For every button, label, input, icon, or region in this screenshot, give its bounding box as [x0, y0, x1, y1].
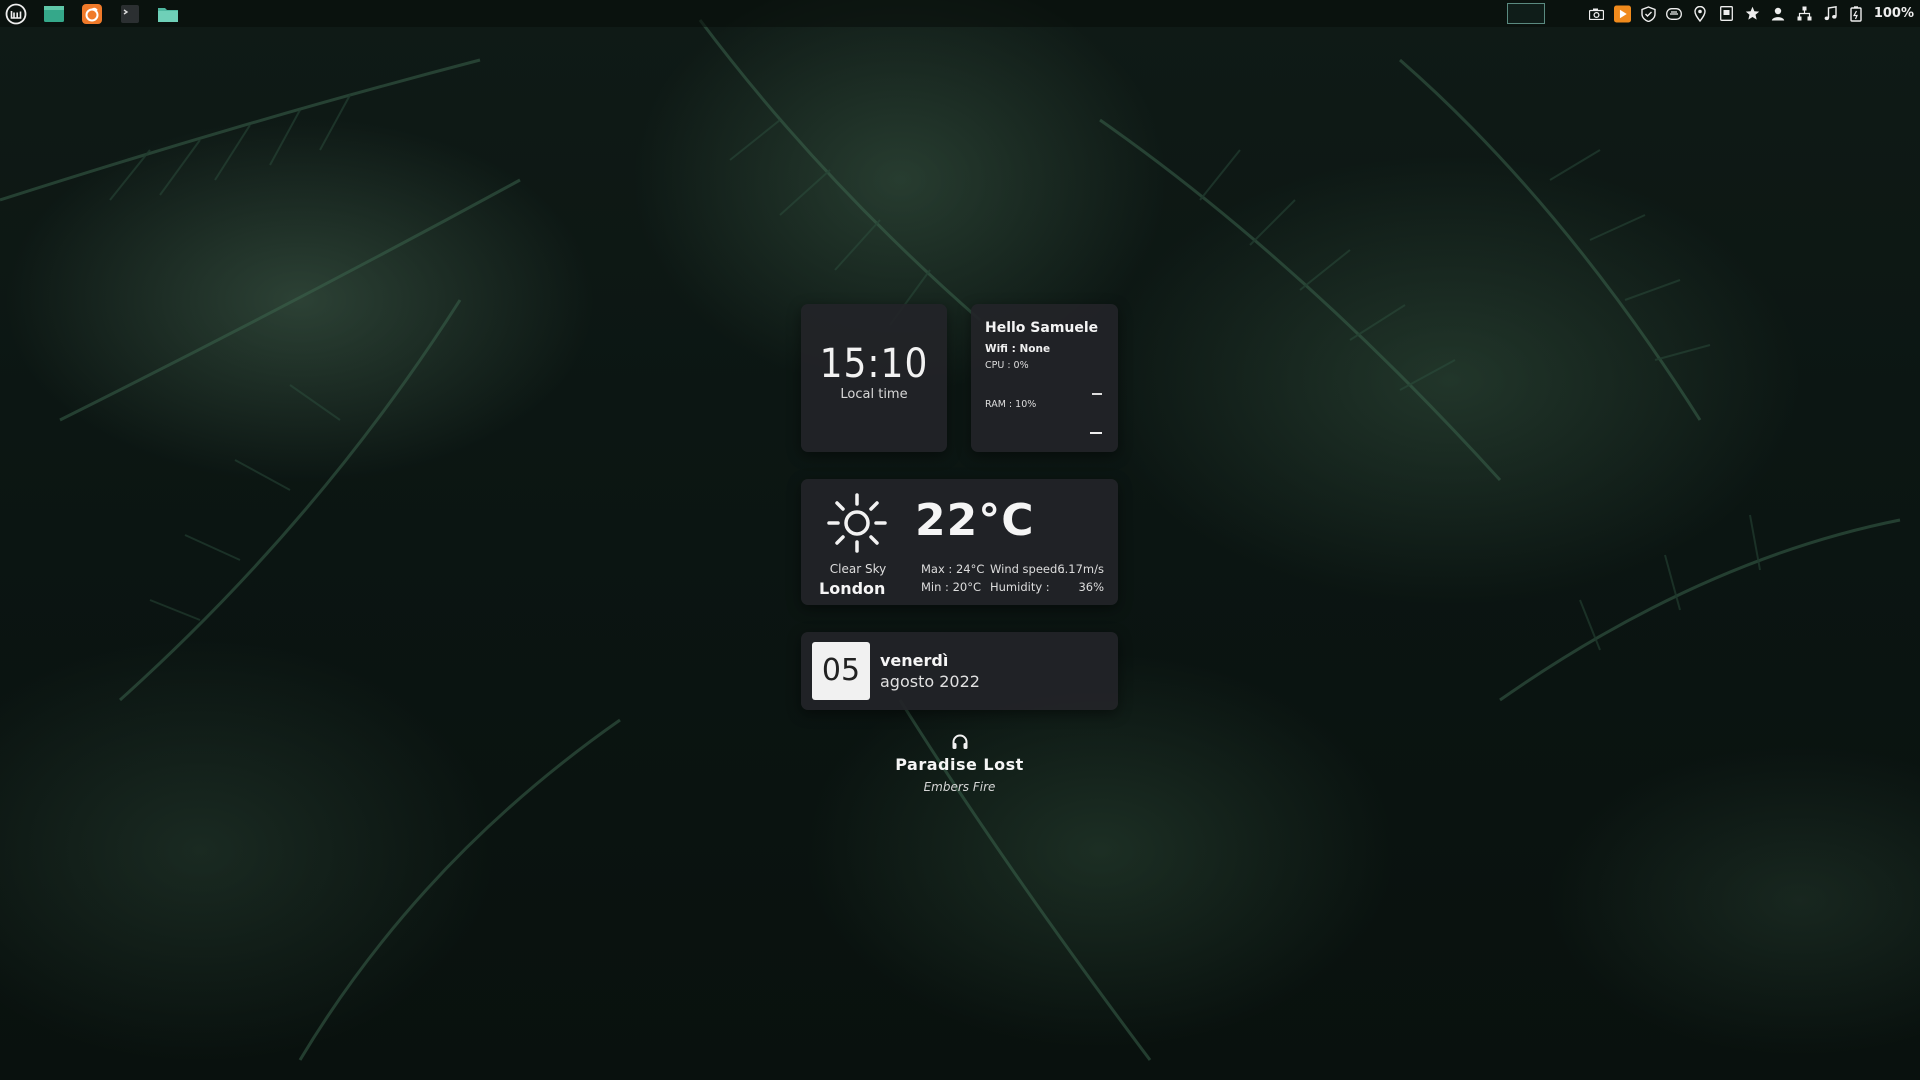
wifi-card-icon[interactable] [1666, 5, 1683, 22]
temperature: 22°C [915, 495, 1035, 546]
humidity-value: 36% [1078, 580, 1104, 594]
weather-city: London [819, 579, 886, 598]
user-icon[interactable] [1770, 5, 1787, 22]
battery-percentage: 100% [1873, 6, 1914, 21]
weekday: venerdì [880, 651, 949, 670]
terminal-icon[interactable] [118, 2, 142, 26]
date-widget: 05 venerdì agosto 2022 [801, 632, 1118, 710]
music-widget: Paradise Lost Embers Fire [801, 733, 1118, 794]
temp-max: Max : 24°C [921, 562, 985, 576]
cpu-usage: CPU : 0% [985, 360, 1029, 371]
firefox-icon[interactable] [80, 2, 104, 26]
folder-icon[interactable] [156, 2, 180, 26]
ram-usage-bar [1090, 432, 1102, 434]
cpu-usage-bar [1092, 393, 1102, 395]
workspace-switcher[interactable] [1507, 3, 1545, 24]
day-number: 05 [812, 642, 870, 700]
clipboard-icon[interactable] [1718, 5, 1735, 22]
system-tray: 100% [1588, 0, 1914, 27]
ram-usage: RAM : 10% [985, 399, 1037, 410]
network-icon[interactable] [1796, 5, 1813, 22]
clock-widget: 15:10 Local time [801, 304, 947, 452]
system-info-widget: Hello Samuele Wifi : None CPU : 0% RAM :… [971, 304, 1118, 452]
music-icon[interactable] [1822, 5, 1839, 22]
wind-speed-value: 6.17m/s [1057, 562, 1104, 576]
headphones-icon [952, 734, 967, 749]
song-artist: Embers Fire [923, 780, 996, 794]
desktop: 100% 15:10 Local time Hello Samuele Wifi… [0, 0, 1920, 1080]
shield-icon[interactable] [1640, 5, 1657, 22]
clock-label: Local time [840, 387, 908, 402]
humidity-label: Humidity : [990, 580, 1050, 594]
song-title: Paradise Lost [895, 755, 1024, 774]
sun-icon [827, 493, 887, 553]
clock-time: 15:10 [819, 341, 929, 387]
wifi-status: Wifi : None [985, 343, 1051, 355]
star-icon[interactable] [1744, 5, 1761, 22]
greeting: Hello Samuele [985, 320, 1099, 336]
top-panel: 100% [0, 0, 1920, 27]
weather-widget: 22°C Clear Sky London Max : 24°C Min : 2… [801, 479, 1118, 605]
camera-icon[interactable] [1588, 5, 1605, 22]
month-year: agosto 2022 [880, 672, 980, 691]
menu-icon[interactable] [4, 2, 28, 26]
files-icon[interactable] [42, 2, 66, 26]
battery-icon[interactable] [1848, 5, 1865, 22]
wind-speed-label: Wind speed : [990, 562, 1065, 576]
launcher-area [0, 2, 180, 26]
media-player-icon[interactable] [1613, 5, 1631, 22]
temp-min: Min : 20°C [921, 580, 982, 594]
location-icon[interactable] [1692, 5, 1709, 22]
weather-condition: Clear Sky [829, 562, 887, 576]
